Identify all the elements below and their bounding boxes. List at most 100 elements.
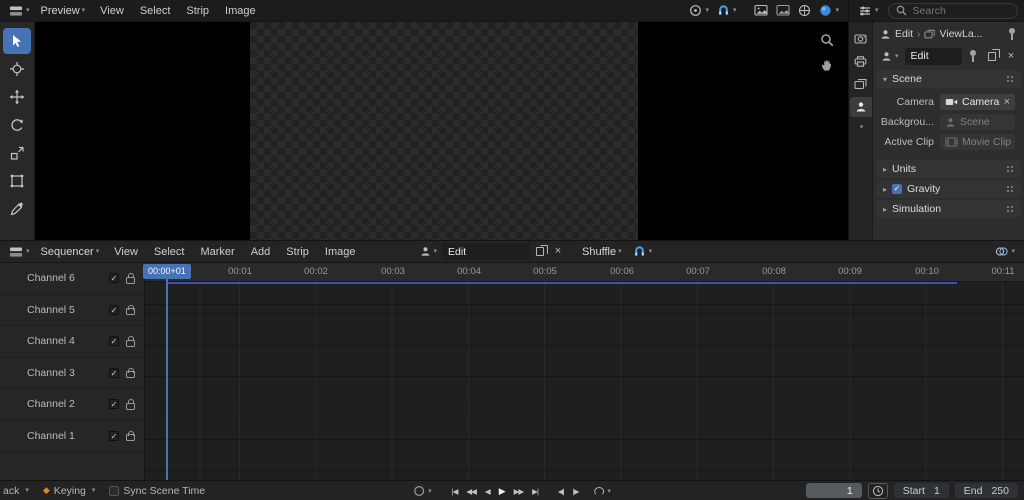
tool-sample[interactable] [3,196,31,222]
channel-row[interactable]: Channel 3 ✓ [0,358,144,389]
drag-grip-icon[interactable] [1007,185,1014,193]
channel-mute-checkbox[interactable]: ✓ [109,399,119,410]
unlink-scene-button[interactable]: × [550,243,566,260]
fake-user-button[interactable] [965,48,981,65]
channel-mute-checkbox[interactable]: ✓ [109,273,119,284]
new-scene-button[interactable] [532,243,548,260]
jump-to-end-button[interactable]: ▶| [528,485,542,498]
close-icon[interactable]: × [1004,96,1010,108]
render-preview-toggle[interactable] [751,2,771,19]
autokey-sync-icon[interactable]: ▾ [410,483,435,499]
preview-mode-dropdown[interactable]: Preview ▾ [35,3,92,19]
search-field[interactable] [887,2,1018,19]
tab-view-layer[interactable] [850,74,872,94]
display-channels-toggle[interactable] [773,2,793,19]
menu-image[interactable]: Image [218,3,263,19]
background-scene-field[interactable]: Scene [940,114,1015,130]
chevron-down-icon[interactable]: ▾ [860,124,864,131]
menu-view[interactable]: View [107,244,145,260]
camera-field[interactable]: Camera × [940,94,1015,110]
channel-mute-checkbox[interactable]: ✓ [109,367,119,378]
step-forward-button[interactable]: |▶ [569,485,583,498]
menu-strip[interactable]: Strip [179,3,216,19]
drag-grip-icon[interactable] [1007,75,1014,83]
gizmo-toggle[interactable] [795,2,814,19]
time-ruler[interactable]: 00:01 00:02 00:03 00:04 00:05 00:06 00:0… [145,263,1024,282]
zoom-icon[interactable] [820,33,834,47]
snap-toggle[interactable]: ▾ [630,243,656,260]
channel-row[interactable]: Channel 6 ✓ [0,263,144,295]
channel-lock-icon[interactable] [126,367,135,379]
browse-scene-button[interactable]: ▾ [878,49,902,64]
next-keyframe-button[interactable]: ▶▶ [510,485,528,498]
channel-lock-icon[interactable] [126,399,135,410]
tool-rotate[interactable] [3,112,31,138]
channel-row[interactable]: Channel 1 ✓ [0,421,144,452]
breadcrumb-view-layer[interactable]: ViewLa... [939,28,982,40]
menu-add[interactable]: Add [244,244,278,260]
playhead[interactable] [166,264,168,480]
loop-toggle[interactable]: ▾ [591,485,614,498]
drag-grip-icon[interactable] [1007,165,1014,173]
preview-canvas[interactable] [36,22,848,240]
playhead-frame-badge[interactable]: 00:00+01 [143,264,191,279]
menu-select[interactable]: Select [133,3,178,19]
sequencer-mode-dropdown[interactable]: Sequencer ▾ [35,244,106,260]
tool-select-box[interactable] [3,28,31,54]
scene-name-field[interactable]: Edit [442,243,531,260]
editor-type-button[interactable]: ▾ [855,2,882,20]
start-frame-field[interactable]: Start 1 [893,483,949,498]
panel-gravity-header[interactable]: ▸ ✓ Gravity [876,180,1021,198]
menu-strip[interactable]: Strip [279,244,316,260]
channel-row[interactable]: Channel 4 ✓ [0,326,144,358]
channel-lock-icon[interactable] [126,336,135,347]
playback-popover[interactable]: ack ▾ [3,485,29,497]
play-button[interactable]: ▶ [495,484,509,499]
use-preview-range-button[interactable] [867,482,888,499]
sync-scene-time-toggle[interactable]: Sync Scene Time [109,485,205,497]
tool-move[interactable] [3,84,31,110]
channel-lock-icon[interactable] [126,304,135,316]
pivot-point-dropdown[interactable]: ▾ [686,2,712,19]
pan-hand-icon[interactable] [820,58,834,72]
tab-render[interactable] [850,28,872,48]
end-frame-field[interactable]: End 250 [954,483,1018,498]
overlays-dropdown[interactable]: ▾ [816,2,842,19]
menu-image[interactable]: Image [318,244,363,260]
tool-cursor[interactable] [3,56,31,82]
panel-scene-header[interactable]: ▾ Scene [876,70,1021,88]
strip-tracks[interactable] [145,282,1024,480]
drag-grip-icon[interactable] [1007,205,1014,213]
channel-lock-icon[interactable] [126,273,135,284]
channel-mute-checkbox[interactable]: ✓ [109,304,119,315]
menu-select[interactable]: Select [147,244,192,260]
gravity-checkbox-checked[interactable]: ✓ [892,184,903,194]
tab-scene[interactable] [849,97,872,117]
breadcrumb-scene[interactable]: Edit [895,28,913,40]
tool-scale[interactable] [3,140,31,166]
panel-simulation-header[interactable]: ▸ Simulation [876,200,1021,218]
browse-scene-button[interactable]: ▾ [417,244,441,259]
current-frame-field[interactable]: 1 [805,483,862,498]
channel-mute-checkbox[interactable]: ✓ [109,430,119,441]
channel-row[interactable]: Channel 5 ✓ [0,295,144,326]
prev-keyframe-button[interactable]: ◀◀ [462,485,480,498]
active-clip-field[interactable]: Movie Clip [940,134,1015,150]
panel-units-header[interactable]: ▸ Units [876,160,1021,178]
new-scene-button[interactable] [984,48,1000,65]
timeline-area[interactable]: 00:01 00:02 00:03 00:04 00:05 00:06 00:0… [143,263,1024,480]
channel-mute-checkbox[interactable]: ✓ [109,336,119,347]
scene-name-field[interactable]: Edit [904,47,962,65]
editor-type-button[interactable]: ▾ [6,243,33,261]
snap-toggle[interactable]: ▾ [714,2,740,19]
channel-row[interactable]: Channel 2 ✓ [0,389,144,421]
channel-lock-icon[interactable] [126,430,135,442]
step-back-button[interactable]: ◀| [554,485,568,498]
unlink-scene-button[interactable]: × [1003,48,1019,65]
play-reverse-button[interactable]: ◀ [481,485,494,498]
jump-to-start-button[interactable]: |◀ [448,485,462,498]
search-input[interactable] [910,3,1010,18]
overlays-dropdown[interactable]: ▾ [992,243,1018,260]
pin-icon[interactable] [1007,28,1017,40]
editor-type-button[interactable]: ▾ [6,2,33,20]
